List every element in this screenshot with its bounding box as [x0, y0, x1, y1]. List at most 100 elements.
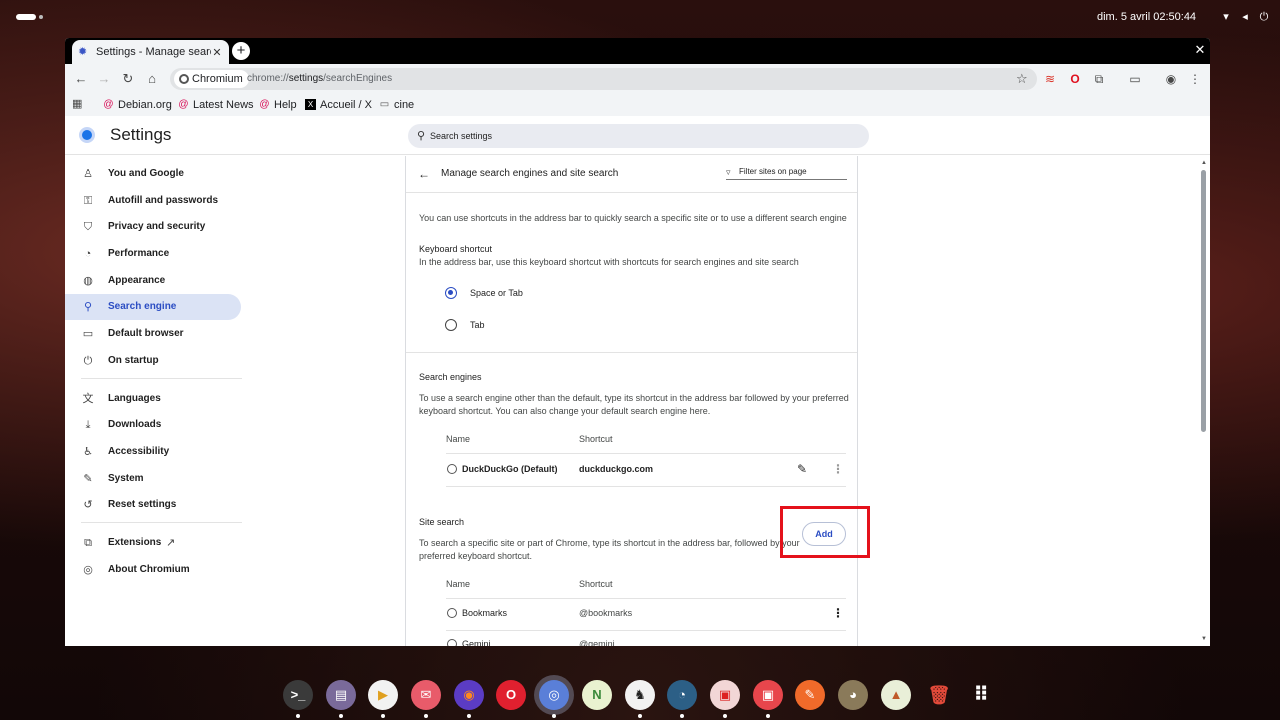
- menu-icon[interactable]: ⋮: [1187, 71, 1203, 87]
- filter-sites[interactable]: ▿: [726, 164, 847, 180]
- dock-app-inkscape[interactable]: ♞: [625, 680, 655, 718]
- dock-app-terminal[interactable]: >_: [283, 680, 313, 718]
- dock-app-gimp[interactable]: ◕: [838, 680, 868, 710]
- site-shortcut: @gemini: [579, 639, 615, 646]
- settings-page: Settings ⚲ ♙ You and Google ⚿ Autofill a…: [65, 116, 1210, 646]
- page-scrollbar[interactable]: ▲ ▼: [1198, 160, 1210, 646]
- sidebar-item-autofill[interactable]: ⚿ Autofill and passwords: [65, 188, 241, 214]
- tab-close-icon[interactable]: ✕: [211, 46, 223, 59]
- dock-app-firefox[interactable]: ◉: [454, 680, 484, 718]
- search-settings-box[interactable]: ⚲: [408, 124, 869, 148]
- back-button[interactable]: ←: [73, 71, 89, 87]
- sidebar-item-default-browser[interactable]: ▭ Default browser: [65, 321, 241, 347]
- tab-settings[interactable]: ✹ Settings - Manage search engines and s…: [72, 40, 229, 64]
- forward-button[interactable]: →: [96, 71, 112, 87]
- dock-app-blender[interactable]: ◔: [667, 680, 697, 718]
- add-site-search-button[interactable]: Add: [802, 522, 846, 546]
- edit-pencil-icon[interactable]: ✎: [797, 463, 807, 475]
- header-divider: [406, 192, 857, 193]
- apps-grid-icon[interactable]: ▦: [72, 98, 84, 110]
- keyboard-shortcut-description: In the address bar, use this keyboard sh…: [419, 257, 799, 267]
- opera-extension-icon[interactable]: O: [1067, 71, 1083, 87]
- sidebar-item-performance[interactable]: ◔ Performance: [65, 241, 241, 267]
- clock[interactable]: dim. 5 avril 02:50:44: [1097, 11, 1196, 23]
- dock-app-red-2[interactable]: ▣: [753, 680, 783, 718]
- site-name: Gemini: [462, 639, 491, 646]
- url-text[interactable]: chrome://settings/searchEngines: [247, 68, 392, 90]
- radio-tab[interactable]: [445, 319, 457, 331]
- dock-app-chromium[interactable]: ◎: [539, 680, 569, 718]
- sidebar-item-search-engine[interactable]: ⚲ Search engine: [65, 294, 241, 320]
- browser-window: ✹ Settings - Manage search engines and s…: [65, 38, 1210, 646]
- scroll-down-icon[interactable]: ▼: [1201, 636, 1207, 642]
- puzzle-icon[interactable]: ⧉: [1091, 71, 1107, 87]
- bookmark-help[interactable]: @ Help: [259, 97, 296, 113]
- x-icon: X: [305, 99, 316, 110]
- scrollbar-thumb[interactable]: [1201, 170, 1206, 432]
- radio-label-tab: Tab: [470, 320, 485, 330]
- bookmark-debian[interactable]: @ Debian.org: [103, 97, 171, 113]
- more-actions-icon[interactable]: ⋮: [832, 463, 844, 475]
- puzzle-icon: ⧉: [84, 537, 92, 549]
- media-controls-icon[interactable]: ▭: [1127, 71, 1143, 87]
- bookmark-accueil-x[interactable]: X Accueil / X: [305, 97, 372, 113]
- dock-app-video-player[interactable]: ▶: [368, 680, 398, 718]
- sidebar-item-accessibility[interactable]: ♿ Accessibility: [65, 439, 241, 465]
- bookmark-latest-news[interactable]: @ Latest News: [178, 97, 253, 113]
- wifi-icon: ▾: [1223, 11, 1229, 23]
- browser-toolbar: ← → ↻ ⌂ Chromium chrome://settings/searc…: [65, 64, 1210, 94]
- home-button[interactable]: ⌂: [144, 71, 160, 87]
- search-input[interactable]: [430, 127, 850, 145]
- accessibility-icon: ♿: [83, 446, 93, 458]
- more-actions-icon[interactable]: ⋮: [832, 607, 844, 619]
- new-tab-button[interactable]: +: [232, 42, 250, 60]
- table-divider: [446, 486, 846, 487]
- system-tray[interactable]: ▾ ◂ ⏻: [1220, 11, 1270, 23]
- dock-app-feather[interactable]: ✎: [795, 680, 825, 710]
- profile-icon[interactable]: ◉: [1163, 71, 1179, 87]
- power-icon: ⏻: [1259, 11, 1269, 23]
- sidebar-item-privacy[interactable]: ⛉ Privacy and security: [65, 214, 241, 240]
- site-name: Bookmarks: [462, 608, 508, 618]
- trash-icon[interactable]: 🗑: [924, 680, 954, 710]
- back-arrow-icon[interactable]: ←: [418, 166, 430, 182]
- dock-app-red-1[interactable]: ▣: [710, 680, 740, 718]
- sidebar-item-about-chromium[interactable]: ◎ About Chromium: [65, 557, 241, 583]
- system-top-bar: dim. 5 avril 02:50:44 ▾ ◂ ⏻: [0, 0, 1280, 34]
- dock-app-opera[interactable]: O: [496, 680, 526, 710]
- scroll-up-icon[interactable]: ▲: [1201, 160, 1207, 166]
- sidebar-divider: [81, 378, 242, 379]
- debian-icon: @: [103, 99, 114, 110]
- sidebar-item-system[interactable]: ✎ System: [65, 466, 241, 492]
- dock-app-notes[interactable]: N: [582, 680, 612, 710]
- window-close-button[interactable]: ✕: [1193, 43, 1207, 57]
- sidebar-item-extensions[interactable]: ⧉ Extensions ↗: [65, 530, 241, 556]
- globe-icon: [447, 464, 457, 474]
- reset-icon: ↺: [83, 499, 93, 511]
- person-icon: ♙: [83, 168, 93, 180]
- dock-app-maps[interactable]: ▲: [881, 680, 911, 710]
- sidebar-item-you-and-google[interactable]: ♙ You and Google: [65, 161, 241, 187]
- app-grid-icon[interactable]: ⠿: [966, 680, 996, 710]
- bookmark-star-icon[interactable]: ☆: [1016, 68, 1028, 90]
- sidebar-item-appearance[interactable]: ◍ Appearance: [65, 268, 241, 294]
- dock-app-files[interactable]: ▤: [326, 680, 356, 718]
- card-header: ← Manage search engines and site search …: [406, 156, 857, 192]
- sidebar-item-languages[interactable]: 文 Languages: [65, 386, 241, 412]
- sidebar-item-reset-settings[interactable]: ↺ Reset settings: [65, 492, 241, 518]
- activities-indicator[interactable]: [16, 14, 43, 21]
- table-divider: [446, 598, 846, 599]
- filter-input[interactable]: [739, 164, 844, 178]
- reload-button[interactable]: ↻: [120, 71, 136, 87]
- search-engines-description-2: keyboard shortcut. You can also change y…: [419, 406, 711, 416]
- extension-icon[interactable]: ≋: [1042, 71, 1058, 87]
- bookmark-folder-cine[interactable]: ▭ cine: [379, 97, 414, 113]
- address-bar[interactable]: Chromium chrome://settings/searchEngines…: [170, 68, 1037, 90]
- chromium-logo-icon: [79, 127, 95, 143]
- dock-app-mail[interactable]: ✉: [411, 680, 441, 718]
- sidebar-item-on-startup[interactable]: ⏻ On startup: [65, 348, 241, 374]
- site-info-chip[interactable]: Chromium: [174, 70, 249, 88]
- sidebar-item-downloads[interactable]: ⤓ Downloads: [65, 412, 241, 438]
- site-shortcut: @bookmarks: [579, 608, 633, 618]
- radio-space-or-tab[interactable]: [445, 287, 457, 299]
